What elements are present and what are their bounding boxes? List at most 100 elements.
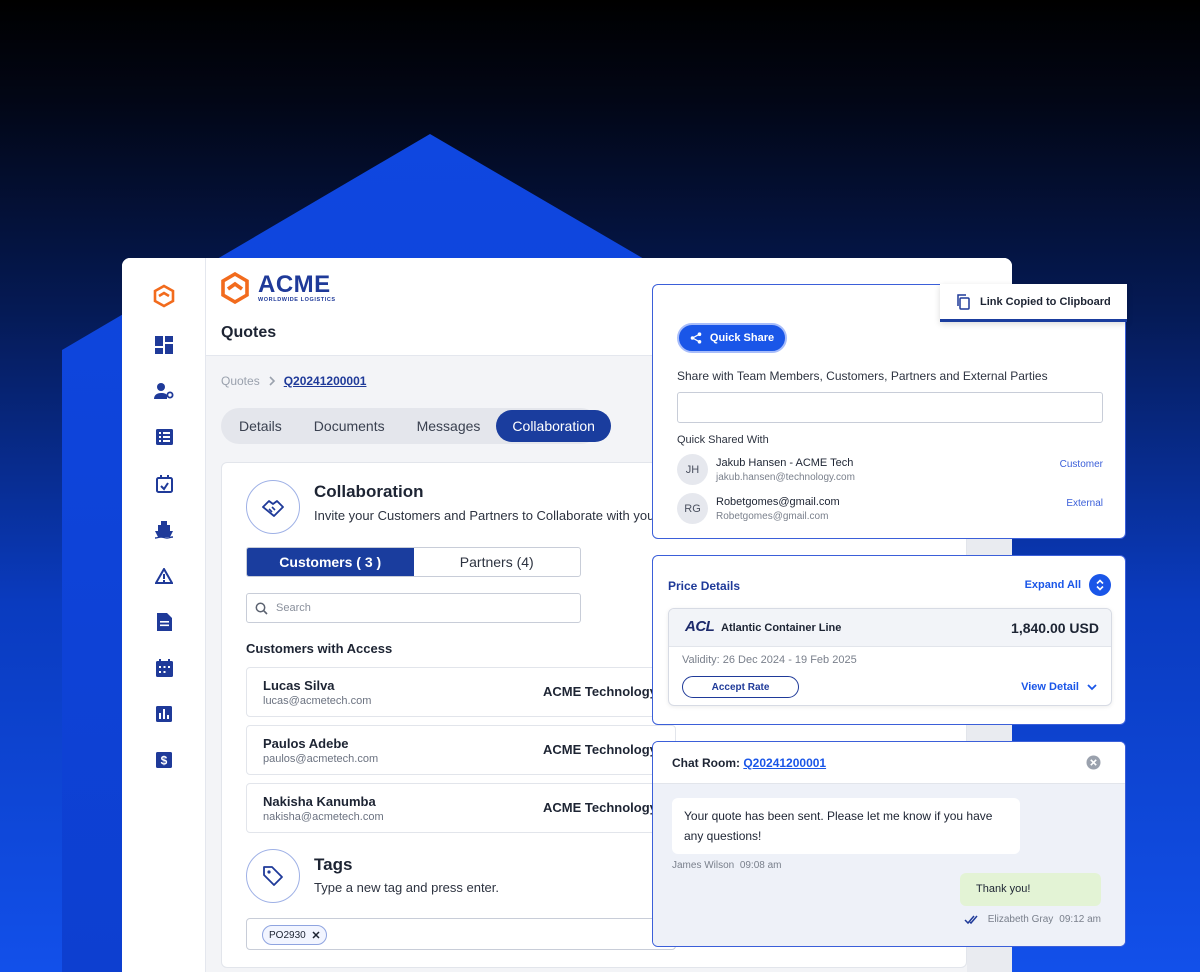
carrier-logo: ACL	[685, 618, 715, 635]
customer-email: nakisha@acmetech.com	[263, 811, 384, 823]
person-role[interactable]: External	[1066, 498, 1103, 509]
view-detail-label: View Detail	[1021, 681, 1079, 693]
incoming-meta: James Wilson 09:08 am	[672, 860, 782, 871]
view-detail-button[interactable]: View Detail	[1021, 681, 1097, 693]
customer-organization: ACME Technology	[543, 800, 657, 815]
person-name: Robetgomes@gmail.com	[716, 496, 840, 508]
chat-room-panel: Chat Room: Q20241200001 Your quote has b…	[652, 741, 1126, 947]
handshake-icon	[246, 480, 300, 534]
quote-validity: Validity: 26 Dec 2024 - 19 Feb 2025	[682, 654, 857, 666]
bar-chart-icon[interactable]	[152, 702, 176, 726]
close-icon[interactable]	[312, 931, 320, 939]
price-details-panel: Price Details Expand All ACL Atlantic Co…	[652, 555, 1126, 725]
person-email: Robetgomes@gmail.com	[716, 511, 829, 522]
tags-title: Tags	[314, 855, 353, 874]
quick-shared-with-title: Quick Shared With	[677, 434, 769, 446]
chat-header: Chat Room: Q20241200001	[653, 742, 1125, 784]
calendar-check-icon[interactable]	[152, 472, 176, 496]
customer-organization: ACME Technology	[543, 684, 657, 699]
accept-rate-button[interactable]: Accept Rate	[682, 676, 799, 698]
avatar: JH	[677, 454, 708, 485]
sidebar: $	[122, 258, 206, 972]
clipboard-toast: Link Copied to Clipboard	[940, 284, 1127, 322]
chat-messages: Your quote has been sent. Please let me …	[653, 784, 1125, 946]
tag-label: PO2930	[269, 929, 306, 941]
incoming-message: Your quote has been sent. Please let me …	[672, 798, 1020, 854]
acme-hexagon-icon	[221, 272, 249, 304]
warning-icon[interactable]	[152, 564, 176, 588]
collaboration-title: Collaboration	[314, 482, 424, 501]
quick-share-label: Quick Share	[709, 332, 775, 344]
share-icon	[690, 332, 702, 344]
tab-bar: Details Documents Messages Collaboration	[221, 408, 611, 444]
quick-share-button[interactable]: Quick Share	[677, 323, 787, 353]
customer-name: Lucas Silva	[263, 678, 335, 693]
quick-share-panel: Link Copied to Clipboard Quick Share Sha…	[652, 284, 1127, 539]
expand-collapse-icon	[1089, 574, 1111, 596]
customer-name: Nakisha Kanumba	[263, 794, 376, 809]
list-icon[interactable]	[152, 425, 176, 449]
chat-room-link[interactable]: Q20241200001	[743, 756, 826, 770]
breadcrumb-current[interactable]: Q20241200001	[284, 374, 367, 388]
carrier-quote-header: ACL Atlantic Container Line 1,840.00 USD	[669, 609, 1111, 647]
breadcrumb-root[interactable]: Quotes	[221, 374, 260, 388]
chat-title: Chat Room: Q20241200001	[672, 756, 826, 770]
customer-row[interactable]: Lucas Silva lucas@acmetech.com ACME Tech…	[246, 667, 676, 717]
acme-logo[interactable]: ACME WORLDWIDE LOGISTICS	[220, 272, 336, 304]
quote-amount: 1,840.00 USD	[1011, 620, 1099, 636]
chevron-down-icon	[1087, 683, 1097, 690]
dollar-icon[interactable]: $	[152, 748, 176, 772]
calendar-icon[interactable]	[152, 656, 176, 680]
search-input[interactable]: Search	[246, 593, 581, 623]
search-placeholder: Search	[276, 602, 311, 614]
dashboard-icon[interactable]	[152, 333, 176, 357]
acme-logo-icon[interactable]	[152, 284, 176, 308]
customer-partner-toggle: Customers ( 3 ) Partners (4)	[246, 547, 581, 577]
customers-segment[interactable]: Customers ( 3 )	[247, 548, 414, 576]
message-time: 09:12 am	[1059, 914, 1101, 925]
outgoing-message: Thank you!	[960, 873, 1101, 906]
customer-name: Paulos Adebe	[263, 736, 349, 751]
copy-icon	[957, 293, 970, 310]
page-title: Quotes	[221, 324, 277, 341]
customer-row[interactable]: Nakisha Kanumba nakisha@acmetech.com ACM…	[246, 783, 676, 833]
message-time: 09:08 am	[739, 860, 782, 871]
carrier-name: Atlantic Container Line	[721, 622, 842, 634]
person-name: Jakub Hansen - ACME Tech	[716, 457, 854, 469]
tag-chip: PO2930	[262, 925, 327, 945]
customer-organization: ACME Technology	[543, 742, 657, 757]
expand-all-label: Expand All	[1024, 579, 1081, 591]
person-role[interactable]: Customer	[1060, 459, 1103, 470]
chat-title-prefix: Chat Room:	[672, 756, 740, 770]
avatar: RG	[677, 493, 708, 524]
tag-input[interactable]: PO2930	[246, 918, 676, 950]
person-email: jakub.hansen@technology.com	[716, 472, 855, 483]
toast-text: Link Copied to Clipboard	[980, 295, 1111, 308]
search-icon	[255, 602, 268, 615]
customers-access-title: Customers with Access	[246, 641, 393, 656]
outgoing-meta: Elizabeth Gray 09:12 am	[964, 914, 1101, 925]
tab-collaboration[interactable]: Collaboration	[496, 410, 611, 442]
double-check-icon	[964, 915, 978, 924]
customer-email: paulos@acmetech.com	[263, 753, 379, 765]
partners-segment[interactable]: Partners (4)	[414, 548, 581, 576]
share-recipient-input[interactable]	[677, 392, 1103, 423]
share-instructions: Share with Team Members, Customers, Part…	[677, 369, 1048, 383]
customer-row[interactable]: Paulos Adebe paulos@acmetech.com ACME Te…	[246, 725, 676, 775]
chevron-right-icon	[269, 376, 275, 386]
close-icon[interactable]	[1086, 755, 1101, 770]
shared-person-row: JH Jakub Hansen - ACME Tech jakub.hansen…	[677, 454, 1103, 488]
tab-details[interactable]: Details	[223, 410, 298, 442]
ship-icon[interactable]	[152, 518, 176, 542]
tab-messages[interactable]: Messages	[401, 410, 497, 442]
logo-name: ACME	[258, 271, 331, 298]
user-settings-icon[interactable]	[152, 379, 176, 403]
tab-documents[interactable]: Documents	[298, 410, 401, 442]
price-details-title: Price Details	[668, 579, 741, 593]
tag-icon	[246, 849, 300, 903]
document-icon[interactable]	[152, 610, 176, 634]
shared-person-row: RG Robetgomes@gmail.com Robetgomes@gmail…	[677, 493, 1103, 527]
expand-all-button[interactable]: Expand All	[1025, 574, 1111, 596]
svg-text:$: $	[161, 754, 168, 768]
breadcrumb: Quotes Q20241200001	[221, 374, 366, 388]
